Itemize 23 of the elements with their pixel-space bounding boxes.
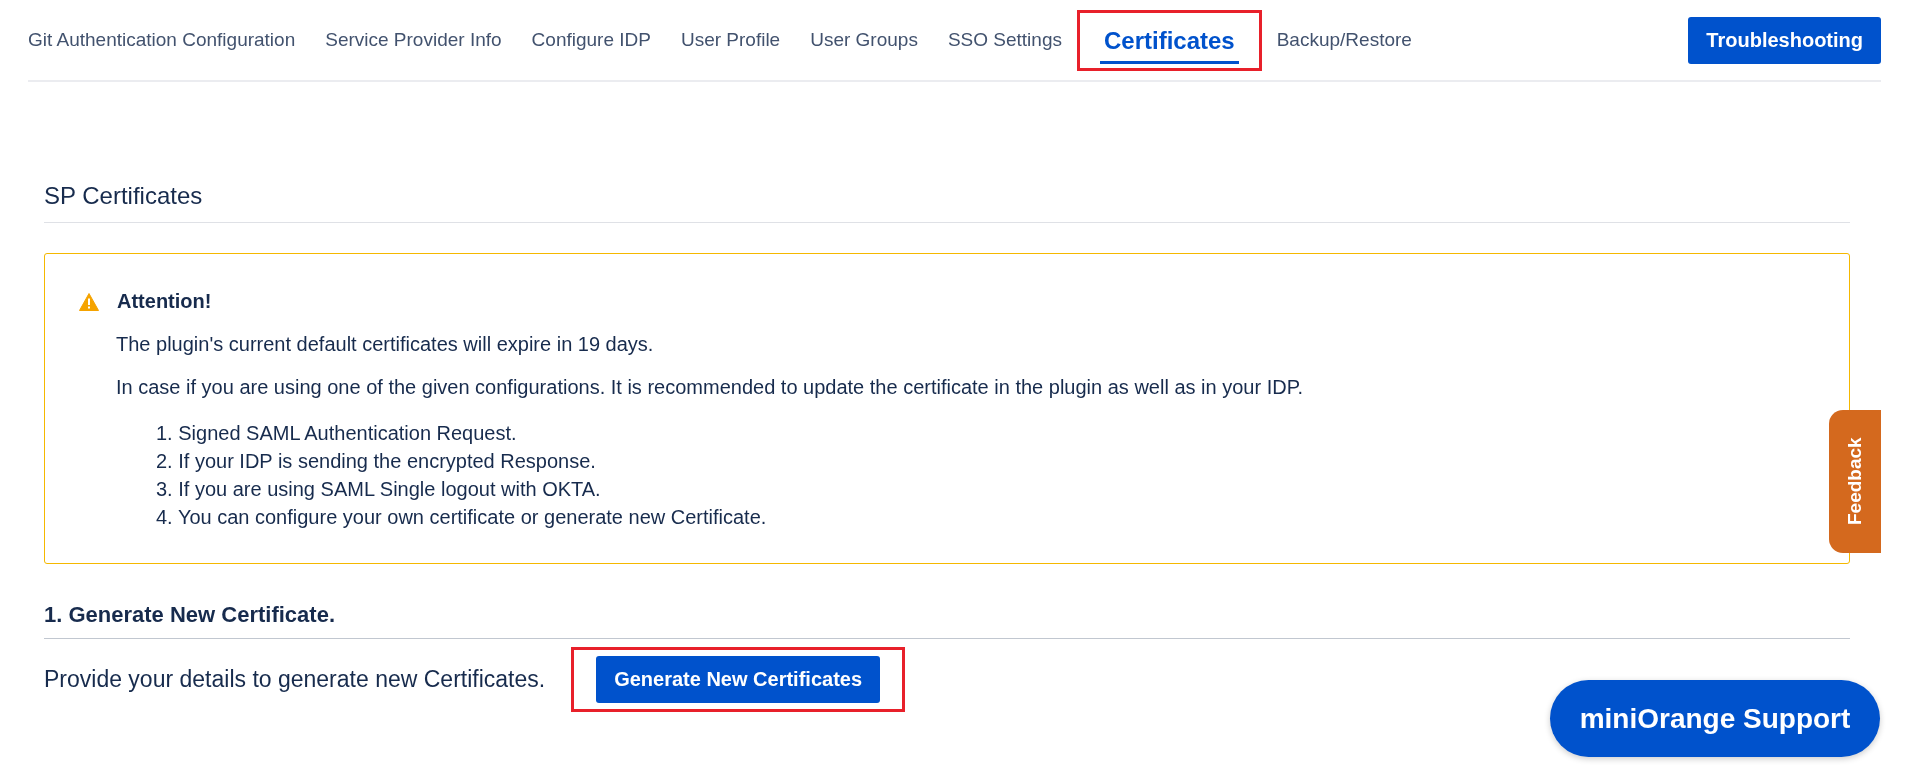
generate-description: Provide your details to generate new Certificates. — [44, 666, 546, 693]
nav-tab[interactable]: User Groups — [795, 21, 933, 59]
list-item: 1. Signed SAML Authentication Request. — [156, 421, 518, 446]
section-heading: 1. Generate New Certificate. — [44, 602, 1850, 639]
nav-tab[interactable]: Configure IDP — [516, 21, 666, 59]
list-item: 2. If your IDP is sending the encrypted Response. — [156, 449, 597, 474]
nav-tab[interactable]: Git Authentication Configuration — [28, 21, 311, 59]
feedback-tab[interactable]: Feedback — [1829, 410, 1881, 553]
troubleshooting-button[interactable]: Troubleshooting — [1688, 16, 1881, 64]
nav-tab[interactable]: Service Provider Info — [310, 21, 517, 59]
attention-text: The plugin's current default certificates will expire in 19 days. — [116, 333, 655, 356]
nav-tab[interactable]: Certificates — [1099, 16, 1239, 64]
attention-title: Attention! — [117, 290, 212, 313]
list-item: 3. If you are using SAML Single logout with OKTA. — [156, 477, 602, 502]
support-button[interactable]: miniOrange Support — [1550, 680, 1880, 757]
list-item: 4. You can configure your own certificate or generate new Certificate. — [156, 505, 768, 530]
attention-text: In case if you are using one of the given configurations. It is recommended to update the certificate in the plugin as well as in your IDP. — [116, 376, 1304, 399]
section-title: SP Certificates — [44, 182, 1850, 223]
nav-tab[interactable]: Backup/Restore — [1261, 21, 1427, 59]
warning-icon — [79, 292, 99, 311]
nav-tab[interactable]: SSO Settings — [932, 21, 1077, 59]
nav-tab[interactable]: User Profile — [665, 21, 796, 59]
generate-certificates-button[interactable]: Generate New Certificates — [596, 656, 881, 703]
